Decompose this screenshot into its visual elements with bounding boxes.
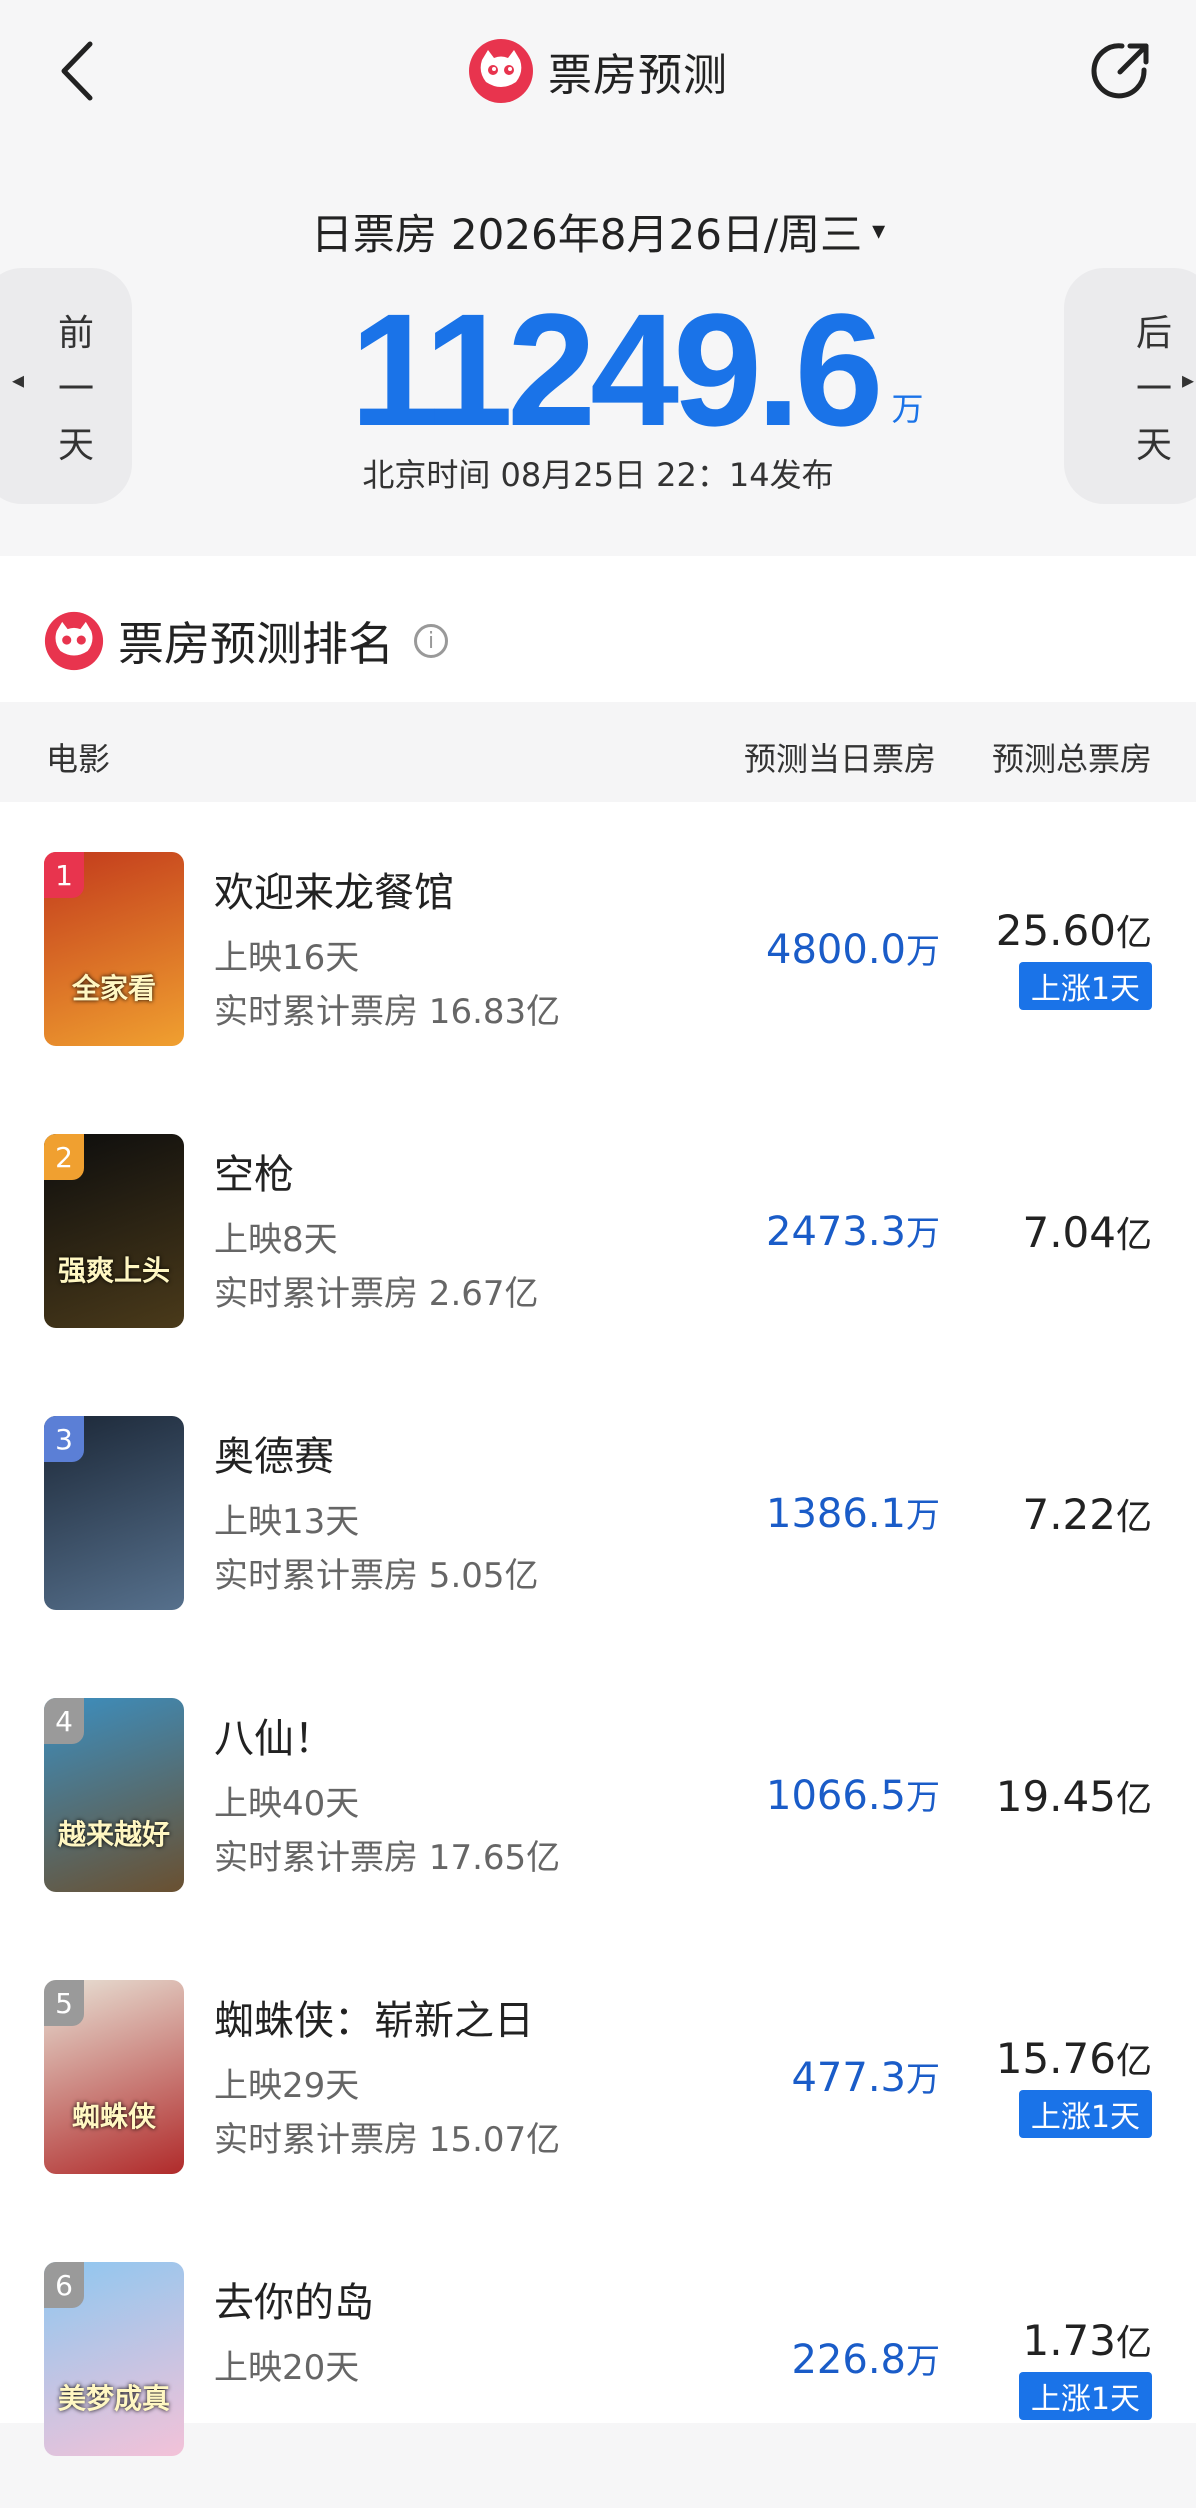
trend-badge: 上涨1天 xyxy=(1018,962,1152,1010)
rank-badge: 1 xyxy=(44,852,84,898)
page-title: 票房预测 xyxy=(548,50,728,101)
arrow-right-icon: ▸ xyxy=(1181,366,1194,394)
box-office-value: 11249.6 xyxy=(350,280,884,459)
share-button[interactable] xyxy=(1086,36,1156,106)
movie-poster[interactable]: 全家看 1 xyxy=(44,852,184,1046)
day-forecast: 4800.0万 xyxy=(766,927,940,973)
col-day-forecast: 预测当日票房 xyxy=(744,740,937,778)
movie-cumulative: 实时累计票房 16.83亿 xyxy=(214,992,561,1032)
movie-days: 上映8天 xyxy=(214,1220,338,1260)
dropdown-caret-icon: ▾ xyxy=(872,216,886,246)
day-forecast: 1386.1万 xyxy=(766,1491,940,1537)
movie-title: 奥德赛 xyxy=(214,1434,334,1480)
movie-poster[interactable]: 强爽上头 2 xyxy=(44,1134,184,1328)
total-forecast-unit: 亿 xyxy=(1115,2041,1152,2082)
movie-days: 上映16天 xyxy=(214,938,360,978)
publish-time: 北京时间 08月25日 22：14发布 xyxy=(362,456,834,494)
day-forecast-unit: 万 xyxy=(906,1496,940,1536)
total-forecast: 1.73亿 xyxy=(1022,2316,1152,2365)
date-label: 日票房 xyxy=(310,209,437,259)
movie-row[interactable]: 蜘蛛侠 5 蜘蛛侠：崭新之日上映29天实时累计票房 15.07亿 477.3万 15.7… xyxy=(0,1944,1196,2226)
share-icon xyxy=(1091,43,1149,99)
day-forecast-unit: 万 xyxy=(906,932,940,972)
movie-days: 上映40天 xyxy=(214,1784,360,1824)
col-total-forecast: 预测总票房 xyxy=(991,740,1152,778)
info-icon[interactable]: i xyxy=(414,624,448,658)
prev-day-label: 前 一 天 xyxy=(57,313,94,466)
day-forecast-unit: 万 xyxy=(906,2342,940,2382)
poster-text: 强爽上头 xyxy=(57,1254,170,1287)
rank-badge: 4 xyxy=(44,1698,84,1744)
rank-badge: 5 xyxy=(44,1980,84,2026)
ranking-title: 票房预测排名 xyxy=(118,617,394,671)
total-forecast-unit: 亿 xyxy=(1115,913,1152,954)
poster-text: 美梦成真 xyxy=(57,2382,170,2415)
total-forecast: 7.04亿 xyxy=(1022,1208,1152,1257)
maoyan-logo-icon xyxy=(469,39,533,103)
movie-row[interactable]: 3 奥德赛上映13天实时累计票房 5.05亿 1386.1万 7.22亿 xyxy=(0,1380,1196,1662)
total-forecast-unit: 亿 xyxy=(1115,1779,1152,1820)
movie-row[interactable]: 强爽上头 2 空枪上映8天实时累计票房 2.67亿 2473.3万 7.04亿 xyxy=(0,1098,1196,1380)
date-value: 2026年8月26日/周三 xyxy=(450,209,863,259)
date-selector[interactable]: 日票房 2026年8月26日/周三 ▾ xyxy=(0,196,1196,266)
arrow-left-icon: ◂ xyxy=(12,366,25,394)
movie-title: 去你的岛 xyxy=(214,2280,374,2326)
movie-poster[interactable]: 蜘蛛侠 5 xyxy=(44,1980,184,2174)
movie-poster[interactable]: 越来越好 4 xyxy=(44,1698,184,1892)
day-forecast: 2473.3万 xyxy=(766,1209,940,1255)
table-header: 电影 预测当日票房 预测总票房 xyxy=(0,702,1196,802)
poster-text: 越来越好 xyxy=(57,1818,170,1851)
movie-cumulative: 实时累计票房 17.65亿 xyxy=(214,1838,561,1878)
movie-row[interactable]: 全家看 1 欢迎来龙餐馆上映16天实时累计票房 16.83亿 4800.0万 25.60… xyxy=(0,816,1196,1098)
title-bar: 票房预测 xyxy=(0,36,1196,106)
day-forecast: 1066.5万 xyxy=(766,1773,940,1819)
rank-badge: 6 xyxy=(44,2262,84,2308)
total-forecast: 19.45亿 xyxy=(995,1772,1152,1821)
movie-title: 八仙！ xyxy=(214,1716,334,1762)
day-forecast: 226.8万 xyxy=(791,2337,940,2383)
movie-title: 空枪 xyxy=(214,1152,294,1198)
movie-days: 上映13天 xyxy=(214,1502,360,1542)
total-forecast: 25.60亿 xyxy=(995,906,1152,955)
movie-poster[interactable]: 3 xyxy=(44,1416,184,1610)
day-forecast: 477.3万 xyxy=(791,2055,940,2101)
movie-title: 蜘蛛侠：崭新之日 xyxy=(214,1998,534,2044)
poster-text: 全家看 xyxy=(71,972,156,1005)
movie-cumulative: 实时累计票房 2.67亿 xyxy=(214,1274,539,1314)
header-area: 票房预测 日票房 2026年8月26日/周三 ▾ ◂ 前 一 天 11249.6… xyxy=(0,0,1196,540)
movie-cumulative: 实时累计票房 15.07亿 xyxy=(214,2120,561,2160)
ranking-card: 票房预测排名 i 电影 预测当日票房 预测总票房 全家看 1 欢迎来龙餐馆上映16天… xyxy=(0,556,1196,2456)
day-forecast-unit: 万 xyxy=(906,1214,940,1254)
movie-row[interactable]: 越来越好 4 八仙！ 上映40天实时累计票房 17.65亿 1066.5万 19.45亿 xyxy=(0,1662,1196,1944)
movie-row[interactable]: 美梦成真 6 去你的岛上映20天 226.8万 1.73亿上涨1天 xyxy=(0,2226,1196,2508)
total-forecast: 7.22亿 xyxy=(1022,1490,1152,1539)
movie-days: 上映29天 xyxy=(214,2066,360,2106)
day-forecast-unit: 万 xyxy=(906,2060,940,2100)
poster-text: 蜘蛛侠 xyxy=(71,2100,156,2133)
total-forecast: 15.76亿 xyxy=(995,2034,1152,2083)
trend-badge: 上涨1天 xyxy=(1018,2090,1152,2138)
rank-badge: 3 xyxy=(44,1416,84,1462)
next-day-button[interactable]: 后 一 天 ▸ xyxy=(1064,268,1196,504)
total-forecast-unit: 亿 xyxy=(1115,1215,1152,1256)
rank-badge: 2 xyxy=(44,1134,84,1180)
col-movie: 电影 xyxy=(46,740,111,778)
day-forecast-unit: 万 xyxy=(906,1778,940,1818)
trend-badge: 上涨1天 xyxy=(1018,2372,1152,2420)
total-forecast-unit: 亿 xyxy=(1115,2323,1152,2364)
box-office-unit: 万 xyxy=(891,390,924,428)
movie-poster[interactable]: 美梦成真 6 xyxy=(44,2262,184,2456)
maoyan-logo-icon xyxy=(44,611,104,671)
next-day-label: 后 一 天 xyxy=(1135,313,1172,466)
movie-cumulative: 实时累计票房 5.05亿 xyxy=(214,1556,539,1596)
day-box-office-total: 11249.6 万 xyxy=(350,280,924,450)
movie-days: 上映20天 xyxy=(214,2348,360,2388)
total-forecast-unit: 亿 xyxy=(1115,1497,1152,1538)
movie-title: 欢迎来龙餐馆 xyxy=(214,870,454,916)
ranking-header: 票房预测排名 i xyxy=(44,596,448,686)
